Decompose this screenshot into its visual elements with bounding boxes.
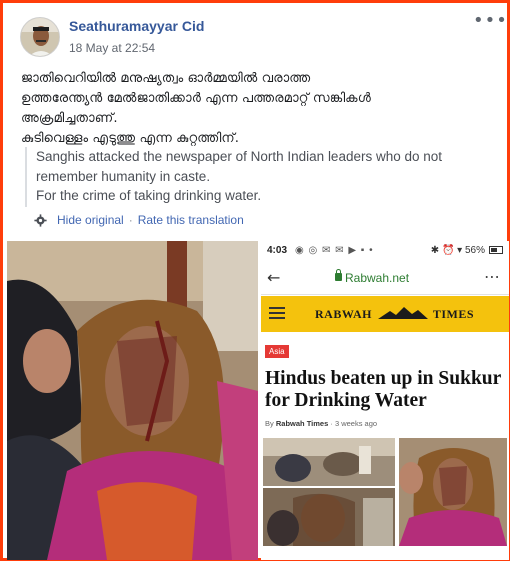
byline-author: Rabwah Times: [275, 419, 329, 428]
hamburger-menu-icon: [269, 307, 285, 320]
article-headline: Hindus beaten up in Sukkur for Drinking …: [265, 368, 501, 411]
notification-icons: ◉ ◎ ✉ ✉ ▶ ▪ •: [295, 245, 374, 256]
article-thumbnail: [263, 438, 395, 486]
post-text-line: കുടിവെള്ളം എടുത്തു എന്ന കുറ്റത്തിന്.: [21, 131, 239, 146]
avatar[interactable]: [20, 17, 60, 57]
site-logo: RABWAH TIMES: [315, 307, 473, 322]
post-text-line: അക്രമിച്ചതാണ്.: [21, 111, 118, 126]
phone-status-bar: 4:03 ◉ ◎ ✉ ✉ ▶ ▪ • ✱ ⏰ ▾ 56%: [261, 241, 509, 261]
rate-translation-link[interactable]: Rate this translation: [138, 213, 244, 227]
post-text-line: ജാതിവെറിയിൽ മനുഷ്യത്വം ഓർമ്മയിൽ വരാത്ത: [21, 71, 311, 86]
separator: ·: [128, 213, 133, 227]
article-byline: By Rabwah Times · 3 weeks ago: [265, 419, 377, 428]
post-card: Seathuramayyar Cid 18 May at 22:54 ••• ജ…: [0, 0, 510, 561]
mountain-logo-icon: [377, 307, 428, 319]
translation-line: For the crime of taking drinking water.: [36, 188, 262, 203]
site-name-left: RABWAH: [315, 307, 373, 321]
article-screenshot[interactable]: 4:03 ◉ ◎ ✉ ✉ ▶ ▪ • ✱ ⏰ ▾ 56% ← Rabwah.ne…: [261, 241, 509, 560]
article-thumbnail: [399, 438, 507, 546]
browser-url-bar: ← Rabwah.net ⋯: [261, 261, 509, 295]
thumbnail-image-2: [263, 488, 395, 546]
translation-line: remember humanity in caste.: [36, 168, 211, 184]
hide-original-link[interactable]: Hide original: [57, 213, 124, 227]
article-thumbnail: [263, 488, 395, 546]
post-original-text: ജാതിവെറിയിൽ മനുഷ്യത്വം ഓർമ്മയിൽ വരാത്ത ഉ…: [21, 69, 499, 149]
thumbnail-image-3: [399, 438, 507, 546]
gear-icon[interactable]: [34, 213, 47, 227]
url-text: Rabwah.net: [345, 271, 410, 285]
post-photo-left[interactable]: [7, 241, 258, 560]
more-options-icon[interactable]: •••: [473, 12, 507, 30]
lock-icon: [335, 269, 342, 281]
avatar-photo: [21, 18, 59, 56]
status-time: 4:03: [267, 245, 288, 256]
thumbnail-image-1: [263, 438, 395, 486]
category-badge: Asia: [265, 345, 289, 358]
byline-time: 3 weeks ago: [334, 419, 378, 428]
translation-actions: Hide original · Rate this translation: [34, 212, 244, 228]
battery-icon: [489, 246, 503, 254]
browser-menu-icon: ⋯: [484, 267, 501, 286]
injured-woman-photo: [7, 241, 258, 560]
byline-prefix: By: [265, 419, 274, 428]
site-name-right: TIMES: [432, 307, 474, 321]
translation-line: Sanghis attacked the newspaper of North …: [36, 149, 443, 164]
post-timestamp[interactable]: 18 May at 22:54: [69, 41, 155, 55]
status-right: ✱ ⏰ ▾ 56%: [430, 245, 485, 256]
post-text-line: ഉത്തരേന്ത്യൻ മേൽജാതിക്കാർ എന്ന പത്തരമാറ്…: [21, 91, 371, 106]
site-header: RABWAH TIMES: [261, 296, 509, 332]
post-translation: Sanghis attacked the newspaper of North …: [25, 147, 495, 207]
back-arrow-icon: ←: [267, 268, 281, 287]
author-name-link[interactable]: Seathuramayyar Cid: [69, 18, 204, 34]
